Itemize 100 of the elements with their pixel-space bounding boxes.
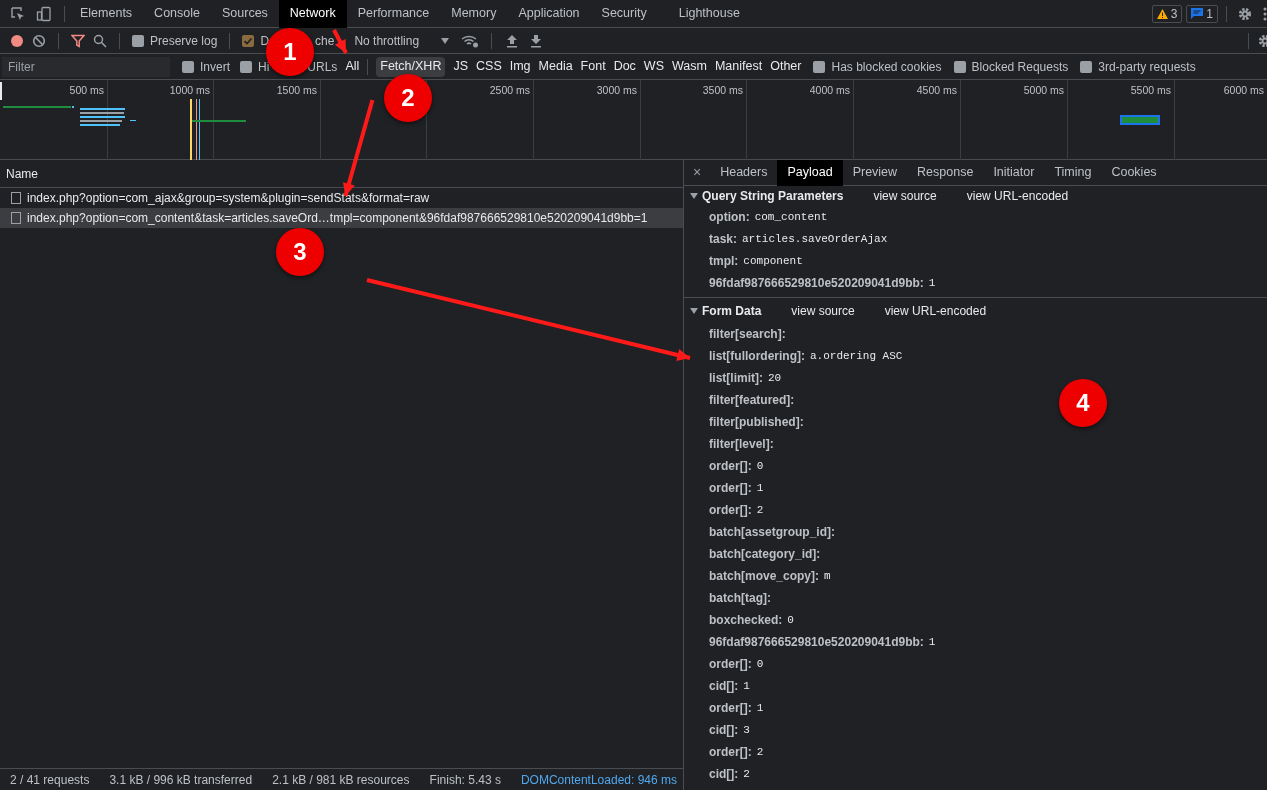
- type-filter-button[interactable]: WS: [643, 56, 664, 77]
- detail-tab[interactable]: Cookies: [1101, 159, 1167, 186]
- param-value: 1: [756, 480, 764, 496]
- throttling-dropdown[interactable]: No throttling: [354, 31, 450, 50]
- param-name: filter[featured]:: [709, 392, 795, 409]
- panel-tab[interactable]: Memory: [440, 0, 508, 28]
- section-title[interactable]: Query String Parameters: [702, 187, 844, 205]
- messages-counter[interactable]: 1: [1186, 4, 1218, 23]
- type-filter-button[interactable]: Other: [770, 56, 802, 77]
- panel-tab[interactable]: Lighthouse: [667, 0, 751, 28]
- param-value: m: [824, 568, 831, 584]
- warnings-counter[interactable]: 3: [1151, 4, 1183, 23]
- type-filter-button[interactable]: JS: [453, 56, 468, 77]
- type-filter-button[interactable]: Manifest: [714, 56, 763, 77]
- param-value: 0: [787, 612, 794, 628]
- request-row[interactable]: index.php?option=com_ajax&group=system&plugin=sendStats&format=raw: [0, 188, 683, 208]
- view-toggle-link[interactable]: view source: [791, 301, 855, 320]
- type-filter-button[interactable]: CSS: [476, 56, 502, 77]
- detail-tab[interactable]: Timing: [1044, 159, 1102, 186]
- warning-icon[interactable]: [1156, 8, 1168, 19]
- filter-icon[interactable]: [71, 33, 85, 48]
- param-name: 96fdaf987666529810e520209041d9bb:: [709, 275, 924, 292]
- type-filter-button[interactable]: All: [345, 56, 360, 77]
- time-tick-label: 500 ms: [69, 83, 104, 98]
- param-name: order[]:: [709, 744, 752, 761]
- view-toggle-link[interactable]: view source: [873, 187, 937, 205]
- detail-tab[interactable]: Headers: [710, 159, 778, 186]
- file-icon[interactable]: [11, 192, 21, 204]
- param-value: 1: [743, 678, 750, 694]
- search-icon[interactable]: [93, 33, 107, 48]
- panel-tab[interactable]: Console: [143, 0, 211, 28]
- import-icon[interactable]: [506, 33, 519, 48]
- time-tick-label: 5000 ms: [1023, 83, 1064, 98]
- checkbox-label: 3rd-party requests: [1098, 58, 1196, 76]
- filter-field[interactable]: Filter: [2, 56, 170, 77]
- param-name: boxchecked:: [709, 612, 783, 629]
- view-toggle-link[interactable]: view URL-encoded: [884, 301, 987, 320]
- export-icon[interactable]: [530, 33, 543, 48]
- close-button[interactable]: ×: [684, 162, 711, 183]
- time-tick-label: 5500 ms: [1130, 83, 1171, 98]
- type-filter-button[interactable]: Media: [538, 56, 573, 77]
- checkbox[interactable]: [182, 60, 194, 73]
- checkbox-label: che: [315, 32, 335, 50]
- checkbox[interactable]: [953, 60, 966, 73]
- param-name: cid[]:: [709, 722, 739, 739]
- param-value: 1: [928, 275, 936, 291]
- panel-tab[interactable]: Elements: [69, 0, 144, 28]
- network-conditions-icon[interactable]: [461, 33, 480, 48]
- type-filter-button[interactable]: Wasm: [672, 56, 707, 77]
- param-name: cid[]:: [709, 766, 739, 783]
- panel-tab[interactable]: Security: [590, 0, 658, 28]
- param-name: order[]:: [709, 656, 752, 673]
- param-value: 2: [756, 502, 764, 518]
- panel-tab[interactable]: Network: [278, 0, 347, 28]
- param-value: 2: [743, 766, 750, 782]
- checkbox[interactable]: [242, 34, 255, 47]
- settings-icon[interactable]: [1237, 5, 1253, 22]
- param-value: 3: [743, 722, 750, 738]
- type-filter-button[interactable]: Font: [580, 56, 606, 77]
- type-filter-button[interactable]: Img: [509, 56, 531, 77]
- detail-tab[interactable]: Preview: [842, 159, 908, 186]
- checkbox[interactable]: [1080, 60, 1093, 73]
- message-icon[interactable]: [1191, 8, 1204, 19]
- param-name: filter[level]:: [709, 436, 774, 453]
- device-toolbar-icon[interactable]: [36, 5, 52, 22]
- file-icon[interactable]: [11, 212, 21, 224]
- section-title[interactable]: Form Data: [702, 301, 762, 320]
- detail-tab[interactable]: Response: [907, 159, 984, 186]
- param-value: 20: [768, 370, 782, 386]
- type-filter-button[interactable]: Fetch/XHR: [376, 56, 446, 77]
- param-name: order[]:: [709, 458, 752, 475]
- checkbox-label: D: [260, 32, 270, 50]
- param-name: 96fdaf987666529810e520209041d9bb:: [709, 634, 924, 651]
- panel-tab[interactable]: Sources: [211, 0, 279, 28]
- request-row[interactable]: index.php?option=com_content&task=articles.saveOrd…tmpl=component&96fdaf987666529810e520209041d9bb=1: [0, 208, 683, 228]
- inspect-icon[interactable]: [10, 5, 26, 22]
- panel-tab[interactable]: Performance: [346, 0, 441, 28]
- checkbox[interactable]: [132, 34, 144, 47]
- param-name: cid[]:: [709, 678, 739, 695]
- expand-triangle-icon[interactable]: [690, 193, 698, 199]
- checkbox-label: Hi: [258, 58, 270, 76]
- annotation-badge: 2: [384, 74, 432, 122]
- status-text: 2 / 41 requests: [9, 771, 91, 789]
- type-filter-button[interactable]: Doc: [613, 56, 636, 77]
- detail-tab[interactable]: Initiator: [983, 159, 1045, 186]
- status-text: DOMContentLoaded: 946 ms: [519, 771, 678, 789]
- record-icon[interactable]: [10, 33, 24, 48]
- checkbox[interactable]: [813, 60, 826, 73]
- checkbox[interactable]: [240, 60, 252, 73]
- checkbox-label: Invert: [200, 58, 230, 76]
- param-name: filter[published]:: [709, 414, 804, 431]
- more-icon[interactable]: [1263, 5, 1267, 22]
- dropdown-caret-icon[interactable]: [441, 37, 450, 44]
- clear-icon[interactable]: [32, 33, 46, 48]
- expand-triangle-icon[interactable]: [690, 307, 698, 314]
- param-value: 2: [756, 744, 764, 760]
- panel-tab[interactable]: Application: [507, 0, 591, 28]
- view-toggle-link[interactable]: view URL-encoded: [966, 187, 1069, 205]
- detail-tab[interactable]: Payload: [777, 159, 843, 186]
- param-value: 1: [928, 634, 936, 650]
